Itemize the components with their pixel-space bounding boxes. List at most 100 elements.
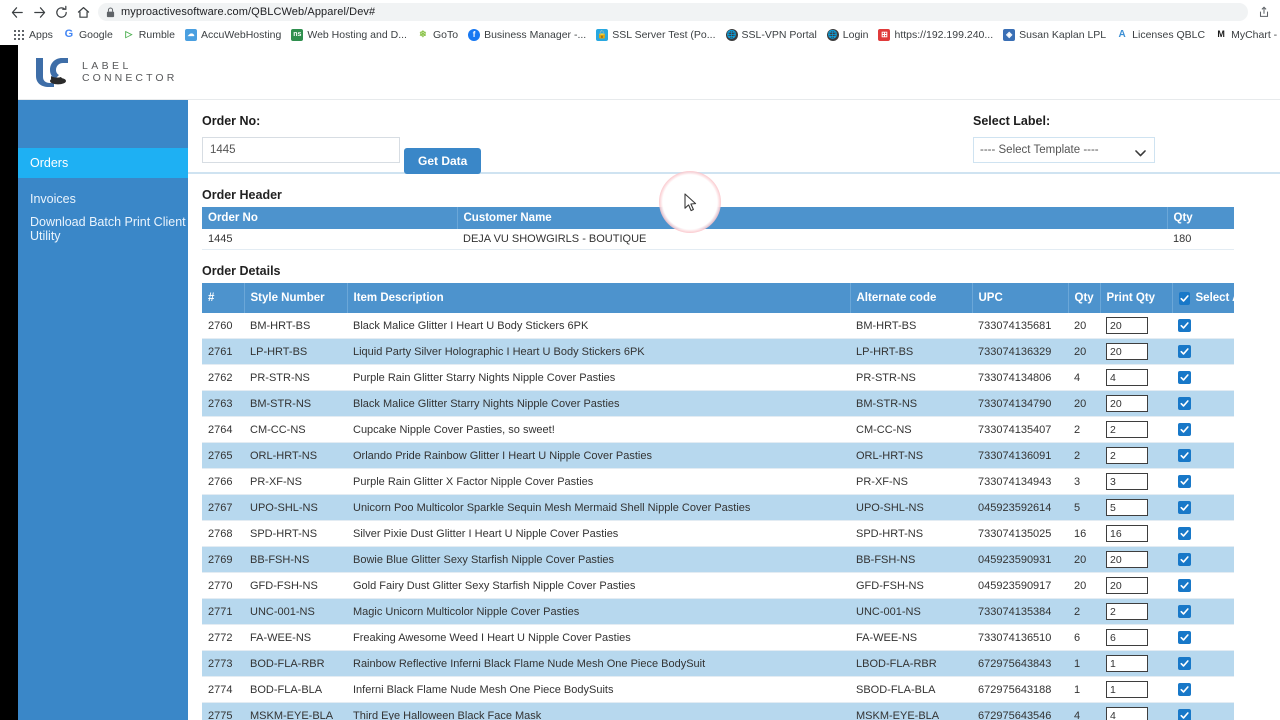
alternate-code-cell: BM-HRT-BS — [850, 313, 972, 339]
home-icon[interactable] — [72, 1, 94, 23]
qty-cell: 20 — [1068, 338, 1100, 365]
col-alternate-code[interactable]: Alternate code — [850, 283, 973, 313]
bookmark-mychart-home[interactable]: M MyChart - Home — [1210, 25, 1280, 44]
print-qty-input[interactable] — [1106, 551, 1148, 568]
bookmark-ssl-vpn-portal[interactable]: 🌐 SSL-VPN Portal — [721, 25, 822, 44]
print-qty-input[interactable] — [1106, 343, 1148, 360]
col-upc[interactable]: UPC — [972, 283, 1069, 313]
row-select-checkbox[interactable] — [1178, 578, 1191, 592]
sidebar-item-orders[interactable]: Orders — [18, 148, 188, 178]
bookmark-goto[interactable]: ❄ GoTo — [412, 25, 463, 44]
bookmark-label: Susan Kaplan LPL — [1019, 28, 1107, 41]
col-style-number[interactable]: Style Number — [244, 283, 348, 313]
col-order-no[interactable]: Order No — [202, 207, 458, 229]
select-row-cell — [1172, 624, 1234, 651]
bookmark-label: Google — [78, 28, 113, 41]
bookmark-label: Business Manager -... — [484, 28, 587, 41]
row-select-checkbox[interactable] — [1178, 396, 1191, 410]
row-select-checkbox[interactable] — [1178, 474, 1191, 488]
bookmark-label: AccuWebHosting — [200, 28, 282, 41]
col-qty[interactable]: Qty — [1068, 283, 1101, 313]
style-number-cell: BB-FSH-NS — [244, 546, 347, 573]
bookmark-webhosting[interactable]: ns Web Hosting and D... — [286, 25, 412, 44]
alternate-code-cell: CM-CC-NS — [850, 416, 972, 443]
row-select-checkbox[interactable] — [1178, 448, 1191, 462]
bookmark-licenses-qblc[interactable]: A Licenses QBLC — [1111, 25, 1210, 44]
bookmark-apps[interactable]: Apps — [8, 25, 58, 44]
print-qty-input[interactable] — [1106, 421, 1148, 438]
item-description-cell: Silver Pixie Dust Glitter I Heart U Nipp… — [347, 520, 850, 547]
sidebar-item-download-batch-print-client-utility[interactable]: Download Batch Print Client Utility — [18, 214, 188, 244]
select-label-field-group: Select Label: ---- Select Template ---- — [973, 114, 1233, 163]
print-qty-input[interactable] — [1106, 499, 1148, 516]
bookmark-rumble[interactable]: ▷ Rumble — [118, 25, 180, 44]
row-select-checkbox[interactable] — [1178, 422, 1191, 436]
logo-line-2: CONNECTOR — [82, 72, 178, 84]
back-icon[interactable] — [6, 1, 28, 23]
item-description-cell: Purple Rain Glitter X Factor Nipple Cove… — [347, 468, 850, 495]
upc-cell: 672975643188 — [972, 676, 1068, 703]
print-qty-cell — [1100, 416, 1172, 443]
print-qty-input[interactable] — [1106, 707, 1148, 720]
print-qty-input[interactable] — [1106, 447, 1148, 464]
bookmark-susan-kaplan-lpl[interactable]: ◈ Susan Kaplan LPL — [998, 25, 1111, 44]
customer-name-cell: DEJA VU SHOWGIRLS - BOUTIQUE — [457, 229, 1167, 250]
print-qty-input[interactable] — [1106, 317, 1148, 334]
table-row: 2763 BM-STR-NS Black Malice Glitter Starry… — [202, 390, 1234, 417]
row-select-checkbox[interactable] — [1178, 682, 1191, 696]
facebook-icon: f — [468, 28, 481, 41]
bookmark-ip-address[interactable]: ⊞ https://192.199.240... — [873, 25, 998, 44]
row-select-checkbox[interactable] — [1178, 500, 1191, 514]
row-select-checkbox[interactable] — [1178, 708, 1191, 720]
print-qty-input[interactable] — [1106, 629, 1148, 646]
bookmark-login[interactable]: 🌐 Login — [822, 25, 874, 44]
row-select-checkbox[interactable] — [1178, 552, 1191, 566]
qty-cell: 20 — [1068, 313, 1100, 339]
print-qty-input[interactable] — [1106, 525, 1148, 542]
row-select-checkbox[interactable] — [1178, 526, 1191, 540]
index-cell: 2764 — [202, 416, 244, 443]
row-select-checkbox[interactable] — [1178, 344, 1191, 358]
col-select-all[interactable]: Select All — [1172, 283, 1247, 313]
row-select-checkbox[interactable] — [1178, 656, 1191, 670]
lpl-icon: ◈ — [1003, 28, 1016, 41]
col-customer-name[interactable]: Customer Name — [457, 207, 1168, 229]
print-qty-input[interactable] — [1106, 681, 1148, 698]
print-qty-cell — [1100, 494, 1172, 521]
reload-icon[interactable] — [50, 1, 72, 23]
row-select-checkbox[interactable] — [1178, 370, 1191, 384]
order-no-input[interactable] — [202, 137, 400, 163]
sidebar-item-invoices[interactable]: Invoices — [18, 184, 188, 214]
get-data-button[interactable]: Get Data — [404, 148, 482, 174]
col-print-qty[interactable]: Print Qty — [1100, 283, 1173, 313]
select-row-cell — [1172, 364, 1234, 391]
bookmark-google[interactable]: G Google — [58, 25, 118, 44]
bookmark-ssl-server-test[interactable]: 🔒 SSL Server Test (Po... — [591, 25, 720, 44]
row-select-checkbox[interactable] — [1178, 318, 1191, 332]
select-all-checkbox[interactable] — [1178, 291, 1190, 305]
template-select[interactable]: ---- Select Template ---- — [973, 137, 1155, 163]
col-index[interactable]: # — [202, 283, 245, 313]
item-description-cell: Rainbow Reflective Inferni Black Flame N… — [347, 650, 850, 677]
alternate-code-cell: BM-STR-NS — [850, 390, 972, 417]
print-qty-input[interactable] — [1106, 473, 1148, 490]
print-qty-input[interactable] — [1106, 577, 1148, 594]
print-qty-input[interactable] — [1106, 395, 1148, 412]
col-qty[interactable]: Qty — [1167, 207, 1234, 229]
col-item-description[interactable]: Item Description — [347, 283, 851, 313]
bookmark-business-manager[interactable]: f Business Manager -... — [463, 25, 591, 44]
address-bar[interactable]: myproactivesoftware.com/QBLCWeb/Apparel/… — [98, 3, 1248, 21]
row-select-checkbox[interactable] — [1178, 604, 1191, 618]
print-qty-input[interactable] — [1106, 655, 1148, 672]
style-number-cell: UPO-SHL-NS — [244, 494, 347, 521]
item-description-cell: Magic Unicorn Multicolor Nipple Cover Pa… — [347, 598, 850, 625]
print-qty-input[interactable] — [1106, 603, 1148, 620]
order-header-thead: Order No Customer Name Qty — [202, 207, 1234, 229]
share-icon[interactable] — [1254, 2, 1274, 22]
forward-icon[interactable] — [28, 1, 50, 23]
style-number-cell: ORL-HRT-NS — [244, 442, 347, 469]
app-logo[interactable]: LABEL CONNECTOR — [30, 55, 177, 89]
row-select-checkbox[interactable] — [1178, 630, 1191, 644]
bookmark-accuwebhosting[interactable]: ☁ AccuWebHosting — [180, 25, 286, 44]
print-qty-input[interactable] — [1106, 369, 1148, 386]
